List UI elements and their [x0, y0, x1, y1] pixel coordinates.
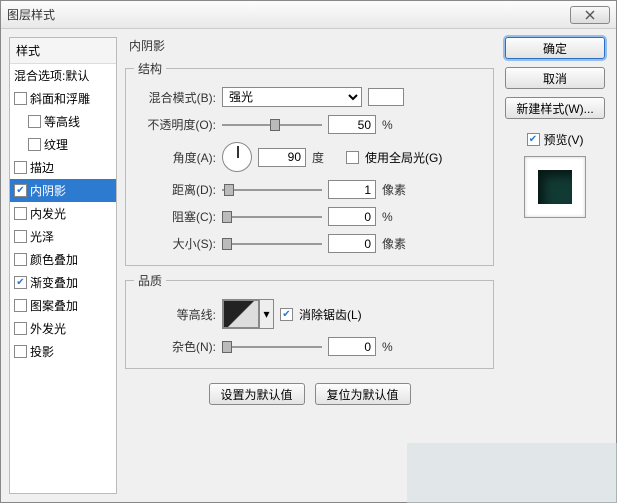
- choke-slider[interactable]: [222, 210, 322, 224]
- sidebar-item-checkbox[interactable]: [14, 184, 27, 197]
- quality-legend: 品质: [134, 272, 166, 289]
- sidebar-item-label: 内发光: [30, 205, 66, 222]
- noise-slider[interactable]: [222, 340, 322, 354]
- noise-input[interactable]: [328, 337, 376, 356]
- blend-mode-select[interactable]: 强光: [222, 87, 362, 107]
- set-default-button[interactable]: 设置为默认值: [209, 383, 305, 405]
- contour-picker[interactable]: ▾: [222, 299, 274, 329]
- sidebar-item-checkbox[interactable]: [28, 115, 41, 128]
- sidebar-item-7[interactable]: 颜色叠加: [10, 248, 116, 271]
- size-unit: 像素: [382, 235, 410, 252]
- preview-box: [524, 156, 586, 218]
- sidebar-item-2[interactable]: 纹理: [10, 133, 116, 156]
- new-style-button[interactable]: 新建样式(W)...: [505, 97, 605, 119]
- sidebar-item-9[interactable]: 图案叠加: [10, 294, 116, 317]
- reset-default-button[interactable]: 复位为默认值: [315, 383, 411, 405]
- sidebar-item-label: 投影: [30, 343, 54, 360]
- sidebar-item-label: 图案叠加: [30, 297, 78, 314]
- main-panel: 内阴影 结构 混合模式(B): 强光 不透明度(O): % 角度(A):: [125, 37, 494, 494]
- close-icon: [584, 10, 596, 20]
- sidebar-item-checkbox[interactable]: [14, 345, 27, 358]
- angle-unit: 度: [312, 149, 340, 166]
- sidebar-item-label: 内阴影: [30, 182, 66, 199]
- preview-label: 预览(V): [544, 131, 584, 148]
- ok-button[interactable]: 确定: [505, 37, 605, 59]
- quality-group: 品质 等高线: ▾ 消除锯齿(L) 杂色(N): %: [125, 272, 494, 369]
- size-label: 大小(S):: [134, 235, 216, 252]
- size-slider[interactable]: [222, 237, 322, 251]
- choke-input[interactable]: [328, 207, 376, 226]
- structure-group: 结构 混合模式(B): 强光 不透明度(O): % 角度(A): 度: [125, 60, 494, 266]
- noise-label: 杂色(N):: [134, 338, 216, 355]
- antialias-checkbox[interactable]: [280, 308, 293, 321]
- sidebar-item-label: 等高线: [44, 113, 80, 130]
- noise-unit: %: [382, 340, 410, 354]
- sidebar-item-checkbox[interactable]: [14, 276, 27, 289]
- layer-style-dialog: 图层样式 样式 混合选项:默认 斜面和浮雕等高线纹理描边内阴影内发光光泽颜色叠加…: [0, 0, 617, 503]
- sidebar-item-1[interactable]: 等高线: [10, 110, 116, 133]
- right-panel: 确定 取消 新建样式(W)... 预览(V): [502, 37, 608, 494]
- contour-label: 等高线:: [134, 306, 216, 323]
- sidebar-blend-defaults[interactable]: 混合选项:默认: [10, 64, 116, 87]
- choke-unit: %: [382, 210, 410, 224]
- sidebar-item-checkbox[interactable]: [14, 230, 27, 243]
- opacity-input[interactable]: [328, 115, 376, 134]
- panel-title: 内阴影: [125, 37, 494, 54]
- sidebar-item-label: 斜面和浮雕: [30, 90, 90, 107]
- opacity-slider[interactable]: [222, 118, 322, 132]
- opacity-label: 不透明度(O):: [134, 116, 216, 133]
- chevron-down-icon: ▾: [259, 300, 273, 328]
- sidebar-item-10[interactable]: 外发光: [10, 317, 116, 340]
- sidebar-item-5[interactable]: 内发光: [10, 202, 116, 225]
- sidebar-item-checkbox[interactable]: [14, 299, 27, 312]
- shadow-color-swatch[interactable]: [368, 88, 404, 106]
- choke-label: 阻塞(C):: [134, 208, 216, 225]
- distance-label: 距离(D):: [134, 181, 216, 198]
- antialias-label: 消除锯齿(L): [299, 306, 362, 323]
- watermark-overlay: [407, 443, 617, 503]
- blend-mode-label: 混合模式(B):: [134, 89, 216, 106]
- sidebar-item-checkbox[interactable]: [14, 92, 27, 105]
- sidebar-item-label: 纹理: [44, 136, 68, 153]
- preview-swatch: [538, 170, 572, 204]
- titlebar: 图层样式: [1, 1, 616, 29]
- styles-sidebar: 样式 混合选项:默认 斜面和浮雕等高线纹理描边内阴影内发光光泽颜色叠加渐变叠加图…: [9, 37, 117, 494]
- close-button[interactable]: [570, 6, 610, 24]
- structure-legend: 结构: [134, 60, 166, 77]
- contour-thumb-icon: [223, 300, 259, 328]
- sidebar-item-label: 颜色叠加: [30, 251, 78, 268]
- distance-input[interactable]: [328, 180, 376, 199]
- sidebar-item-0[interactable]: 斜面和浮雕: [10, 87, 116, 110]
- sidebar-item-label: 光泽: [30, 228, 54, 245]
- sidebar-item-checkbox[interactable]: [14, 322, 27, 335]
- sidebar-item-3[interactable]: 描边: [10, 156, 116, 179]
- sidebar-item-checkbox[interactable]: [28, 138, 41, 151]
- sidebar-item-11[interactable]: 投影: [10, 340, 116, 363]
- sidebar-item-8[interactable]: 渐变叠加: [10, 271, 116, 294]
- angle-input[interactable]: [258, 148, 306, 167]
- global-light-checkbox[interactable]: [346, 151, 359, 164]
- window-title: 图层样式: [7, 6, 570, 23]
- sidebar-item-6[interactable]: 光泽: [10, 225, 116, 248]
- distance-unit: 像素: [382, 181, 410, 198]
- sidebar-item-4[interactable]: 内阴影: [10, 179, 116, 202]
- sidebar-item-label: 描边: [30, 159, 54, 176]
- sidebar-item-label: 渐变叠加: [30, 274, 78, 291]
- global-light-label: 使用全局光(G): [365, 149, 442, 166]
- sidebar-item-label: 外发光: [30, 320, 66, 337]
- sidebar-header: 样式: [10, 38, 116, 64]
- size-input[interactable]: [328, 234, 376, 253]
- opacity-unit: %: [382, 118, 410, 132]
- cancel-button[interactable]: 取消: [505, 67, 605, 89]
- sidebar-item-checkbox[interactable]: [14, 161, 27, 174]
- sidebar-item-checkbox[interactable]: [14, 253, 27, 266]
- sidebar-item-checkbox[interactable]: [14, 207, 27, 220]
- dialog-body: 样式 混合选项:默认 斜面和浮雕等高线纹理描边内阴影内发光光泽颜色叠加渐变叠加图…: [1, 29, 616, 502]
- preview-checkbox[interactable]: [527, 133, 540, 146]
- angle-dial[interactable]: [222, 142, 252, 172]
- distance-slider[interactable]: [222, 183, 322, 197]
- angle-label: 角度(A):: [134, 149, 216, 166]
